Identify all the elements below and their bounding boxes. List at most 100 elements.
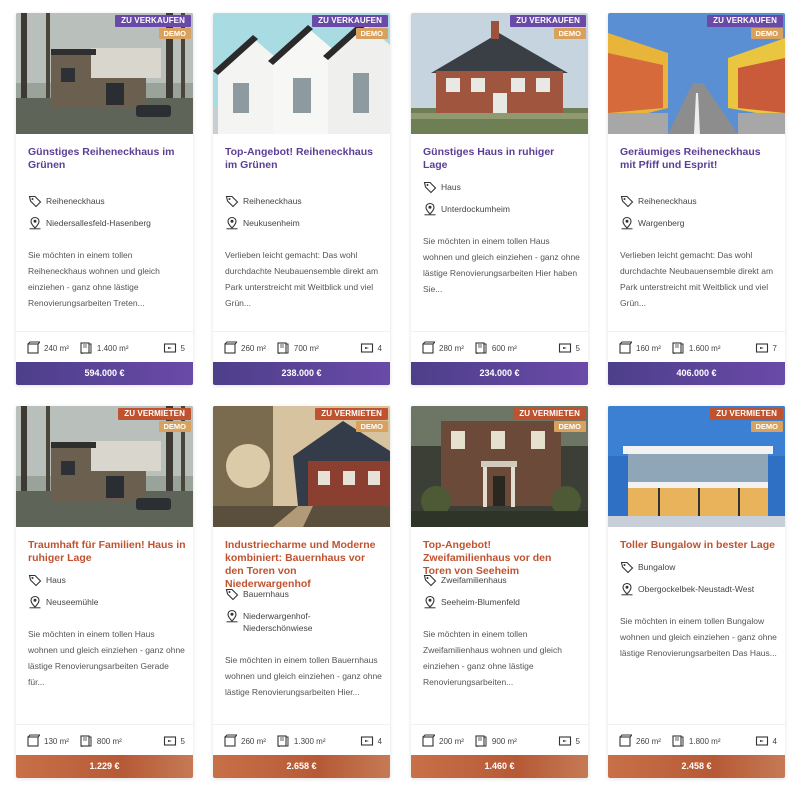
living-area-value: 130 m² (44, 736, 69, 746)
price-bar[interactable]: 2.658 € (213, 755, 390, 778)
price-bar[interactable]: 234.000 € (411, 362, 588, 385)
property-location: Wargenberg (620, 216, 780, 230)
price-bar[interactable]: 1.460 € (411, 755, 588, 778)
property-title[interactable]: Geräumiges Reiheneckhaus mit Pfiff und E… (620, 146, 778, 172)
property-photo[interactable]: ZU VERMIETEN DEMO (411, 406, 588, 527)
demo-badge: DEMO (750, 421, 783, 432)
property-title[interactable]: Top-Angebot! Zweifamilienhaus vor den To… (423, 539, 581, 578)
property-location: Obergockelbek-Neustadt-West (620, 582, 780, 596)
property-title[interactable]: Toller Bungalow in bester Lage (620, 539, 778, 552)
property-location-label: Seeheim-Blumenfeld (441, 597, 520, 607)
property-photo[interactable]: ZU VERKAUFEN DEMO (213, 13, 390, 134)
price-bar[interactable]: 1.229 € (16, 755, 193, 778)
rooms-value: 7 (772, 343, 777, 353)
status-badge: ZU VERMIETEN (513, 408, 586, 420)
plot-area: 1.800 m² (671, 734, 721, 748)
property-photo[interactable]: ZU VERMIETEN DEMO (213, 406, 390, 527)
property-features: 260 m² 700 m² 4 (223, 340, 384, 356)
property-card[interactable]: ZU VERMIETEN DEMO Toller Bungalow in bes… (608, 406, 785, 778)
plot-area-value: 900 m² (491, 736, 517, 746)
divider (16, 331, 193, 332)
plot-area-value: 700 m² (293, 343, 319, 353)
divider (608, 724, 785, 725)
plot-area: 1.400 m² (79, 341, 129, 355)
plot-area-icon (276, 341, 290, 355)
living-area-value: 280 m² (439, 343, 464, 353)
property-type-label: Reiheneckhaus (638, 196, 697, 206)
location-pin-icon (423, 595, 437, 609)
property-card[interactable]: ZU VERKAUFEN DEMO Top-Angebot! Reiheneck… (213, 13, 390, 385)
rooms: 5 (163, 734, 185, 748)
living-area-icon (26, 341, 40, 355)
property-title[interactable]: Traumhaft für Familien! Haus in ruhiger … (28, 539, 186, 565)
location-pin-icon (423, 202, 437, 216)
location-pin-icon (225, 216, 239, 230)
property-card[interactable]: ZU VERMIETEN DEMO Traumhaft für Familien… (16, 406, 193, 778)
property-location-label: Obergockelbek-Neustadt-West (638, 584, 755, 594)
rooms-value: 5 (180, 736, 185, 746)
property-location: Unterdockumheim (423, 202, 583, 216)
price-bar[interactable]: 238.000 € (213, 362, 390, 385)
property-type: Reiheneckhaus (225, 195, 385, 208)
property-card[interactable]: ZU VERKAUFEN DEMO Günstiges Reiheneckhau… (16, 13, 193, 385)
rooms-icon (163, 734, 177, 748)
property-type: Bungalow (620, 561, 780, 574)
plot-area-value: 1.800 m² (688, 736, 721, 746)
property-title[interactable]: Günstiges Haus in ruhiger Lage (423, 146, 581, 172)
property-location-label: Neukusenheim (243, 218, 300, 228)
rooms-value: 5 (575, 343, 580, 353)
property-photo[interactable]: ZU VERKAUFEN DEMO (411, 13, 588, 134)
location-pin-icon (620, 582, 634, 596)
tag-icon (620, 560, 634, 574)
property-title[interactable]: Günstiges Reiheneckhaus im Grünen (28, 146, 186, 172)
plot-area-value: 1.300 m² (293, 736, 326, 746)
price-bar[interactable]: 594.000 € (16, 362, 193, 385)
plot-area: 1.300 m² (276, 734, 326, 748)
plot-area: 800 m² (79, 734, 122, 748)
rooms-icon (558, 734, 572, 748)
property-type-label: Bungalow (638, 562, 676, 572)
price-bar[interactable]: 406.000 € (608, 362, 785, 385)
price-bar[interactable]: 2.458 € (608, 755, 785, 778)
property-title[interactable]: Industriecharme und Moderne kombiniert: … (225, 539, 383, 591)
location-pin-icon (620, 216, 634, 230)
demo-badge: DEMO (355, 28, 388, 39)
rooms-value: 5 (575, 736, 580, 746)
living-area-icon (421, 341, 435, 355)
rooms: 4 (360, 341, 382, 355)
plot-area-icon (79, 734, 93, 748)
tag-icon (620, 194, 634, 208)
living-area: 260 m² (618, 734, 661, 748)
property-card[interactable]: ZU VERMIETEN DEMO Top-Angebot! Zweifamil… (411, 406, 588, 778)
property-description: Verlieben leicht gemacht: Das wohl durch… (225, 250, 379, 308)
property-photo[interactable]: ZU VERKAUFEN DEMO (16, 13, 193, 134)
status-badge: ZU VERMIETEN (315, 408, 388, 420)
property-location: Niedersallesfeld-Hasenberg (28, 216, 188, 230)
property-type: Reiheneckhaus (28, 195, 188, 208)
living-area-value: 260 m² (636, 736, 661, 746)
plot-area-value: 1.400 m² (96, 343, 129, 353)
property-photo[interactable]: ZU VERMIETEN DEMO (608, 406, 785, 527)
property-type-label: Bauernhaus (243, 589, 289, 599)
rooms: 7 (755, 341, 777, 355)
living-area: 200 m² (421, 734, 464, 748)
living-area-value: 260 m² (241, 736, 266, 746)
property-card[interactable]: ZU VERKAUFEN DEMO Geräumiges Reiheneckha… (608, 13, 785, 385)
property-photo[interactable]: ZU VERMIETEN DEMO (16, 406, 193, 527)
divider (411, 724, 588, 725)
property-location-label: Wargenberg (638, 218, 685, 228)
property-title[interactable]: Top-Angebot! Reiheneckhaus im Grünen (225, 146, 383, 172)
status-badge: ZU VERMIETEN (710, 408, 783, 420)
tag-icon (28, 573, 42, 587)
property-photo[interactable]: ZU VERKAUFEN DEMO (608, 13, 785, 134)
plot-area-icon (474, 734, 488, 748)
property-card[interactable]: ZU VERKAUFEN DEMO Günstiges Haus in ruhi… (411, 13, 588, 385)
property-location-label: Unterdockumheim (441, 204, 510, 214)
rooms: 5 (558, 734, 580, 748)
property-location: Neuseemühle (28, 595, 188, 609)
plot-area-value: 1.600 m² (688, 343, 721, 353)
plot-area-icon (276, 734, 290, 748)
property-card[interactable]: ZU VERMIETEN DEMO Industriecharme und Mo… (213, 406, 390, 778)
status-badge: ZU VERMIETEN (118, 408, 191, 420)
divider (608, 331, 785, 332)
